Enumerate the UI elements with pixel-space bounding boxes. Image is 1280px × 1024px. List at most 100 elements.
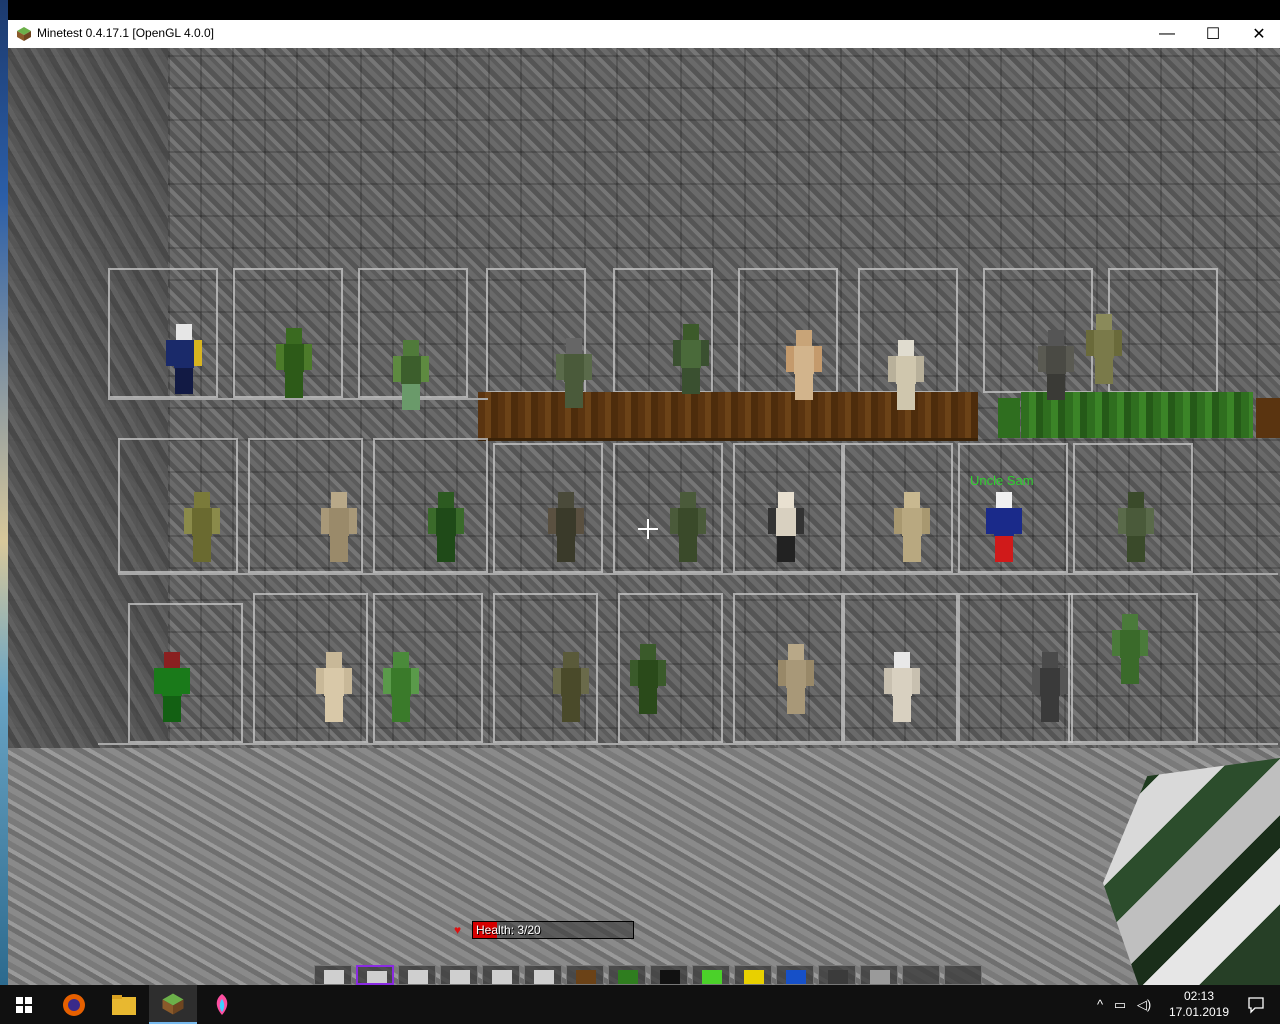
hotbar-slot[interactable] (776, 965, 814, 985)
close-button[interactable]: ✕ (1236, 20, 1280, 48)
npc-soldier[interactable] (888, 340, 924, 412)
health-label: Health: 3/20 (476, 923, 541, 937)
dirt-block-icon (576, 970, 596, 984)
npc-desert-soldier[interactable] (778, 644, 814, 716)
hotbar-slot[interactable] (608, 965, 646, 985)
clock-date: 17.01.2019 (1168, 1005, 1230, 1019)
green-block-icon (702, 970, 722, 984)
hotbar-slot[interactable] (314, 965, 352, 985)
minetest-app-icon (17, 27, 31, 41)
npc-soldier[interactable] (1032, 652, 1068, 724)
skin-item-icon (408, 970, 428, 984)
skin-item-icon (534, 970, 554, 984)
tray-expand-icon[interactable]: ^ (1092, 997, 1108, 1012)
skin-item-icon (492, 970, 512, 984)
network-icon[interactable]: ▭ (1108, 997, 1132, 1013)
npc-soldier[interactable] (553, 652, 589, 724)
skin-item-icon (367, 971, 387, 983)
start-button[interactable] (0, 985, 48, 1024)
npc-soldier[interactable] (673, 324, 709, 396)
npc-soldier[interactable] (1118, 492, 1154, 564)
notification-icon (1248, 996, 1264, 1014)
hotbar-slot[interactable] (860, 965, 898, 985)
desktop-wallpaper-edge (0, 0, 8, 985)
npc-soldier[interactable] (1112, 614, 1148, 686)
hotbar-slot[interactable] (902, 965, 940, 985)
notification-button[interactable] (1232, 985, 1280, 1024)
game-viewport[interactable]: Uncle Sam ♥ Health: 3/20 (8, 48, 1280, 985)
npc-soldier[interactable] (393, 340, 429, 412)
npc-navy-officer[interactable] (166, 324, 202, 396)
taskbar-paint[interactable] (198, 985, 246, 1024)
npc-soldier[interactable] (548, 492, 584, 564)
crosshair-icon (647, 519, 649, 539)
hotbar-slot[interactable] (524, 965, 562, 985)
minimize-button[interactable]: — (1144, 20, 1190, 48)
maximize-button[interactable]: ☐ (1190, 20, 1236, 48)
health-bar: ♥ Health: 3/20 (454, 921, 634, 939)
npc-soldier[interactable] (670, 492, 706, 564)
npc-green-uniform[interactable] (154, 652, 190, 724)
clock[interactable]: 02:13 17.01.2019 (1164, 988, 1234, 1020)
npc-soldier[interactable] (184, 492, 220, 564)
cobblestone-floor (8, 748, 1280, 985)
title-bar[interactable]: Minetest 0.4.17.1 [OpenGL 4.0.0] — ☐ ✕ (8, 20, 1280, 49)
npc-soldier[interactable] (383, 652, 419, 724)
heart-icon: ♥ (454, 923, 462, 937)
hotbar-slot[interactable] (944, 965, 982, 985)
hotbar (314, 965, 986, 985)
close-icon: ✕ (1252, 26, 1266, 43)
npc-desert-soldier[interactable] (316, 652, 352, 724)
desktop-background (0, 0, 1280, 20)
npc-armored-soldier[interactable] (1038, 330, 1074, 402)
windows-start-icon (16, 996, 32, 1013)
glass-block-icon (870, 970, 890, 984)
clock-time: 02:13 (1183, 989, 1215, 1003)
maximize-icon: ☐ (1205, 26, 1221, 43)
hotbar-slot[interactable] (734, 965, 772, 985)
npc-soldier[interactable] (630, 644, 666, 716)
npc-soldier[interactable] (884, 652, 920, 724)
npc-soldier[interactable] (1086, 314, 1122, 386)
npc-soldier[interactable] (321, 492, 357, 564)
npc-desert-soldier[interactable] (786, 330, 822, 402)
hotbar-slot[interactable] (482, 965, 520, 985)
volume-icon[interactable]: ◁) (1132, 997, 1156, 1013)
black-item-icon (660, 970, 680, 984)
npc-soldier[interactable] (556, 338, 592, 410)
glass-cage (118, 438, 238, 573)
npc-soldier[interactable] (428, 492, 464, 564)
glass-cage (1108, 268, 1218, 393)
taskbar-file-explorer[interactable] (100, 985, 148, 1024)
sapling-item-icon (828, 970, 848, 984)
health-bar-track: Health: 3/20 (472, 921, 634, 939)
grass-block (998, 398, 1020, 438)
window-title: Minetest 0.4.17.1 [OpenGL 4.0.0] (37, 26, 214, 40)
taskbar-minetest[interactable] (149, 985, 197, 1024)
npc-soldier[interactable] (768, 492, 804, 564)
glass-cage (613, 443, 723, 573)
minetest-window: Minetest 0.4.17.1 [OpenGL 4.0.0] — ☐ ✕ U… (8, 20, 1280, 985)
hotbar-slot[interactable] (650, 965, 688, 985)
npc-desert-soldier[interactable] (894, 492, 930, 564)
npc-uncle-sam[interactable] (986, 492, 1022, 564)
hotbar-slot[interactable] (356, 965, 394, 985)
skin-item-icon (324, 970, 344, 984)
system-tray: ^ ▭ ◁) (1092, 985, 1156, 1024)
shelf-line (118, 573, 1278, 575)
hotbar-slot[interactable] (818, 965, 856, 985)
hotbar-slot[interactable] (692, 965, 730, 985)
hotbar-slot[interactable] (440, 965, 478, 985)
shelf-line (98, 743, 1278, 745)
hotbar-slot[interactable] (566, 965, 604, 985)
folder-icon (112, 994, 136, 1015)
firefox-icon (63, 993, 85, 1016)
yellow-block-icon (744, 970, 764, 984)
npc-nametag: Uncle Sam (970, 473, 1034, 488)
hotbar-slot[interactable] (398, 965, 436, 985)
minetest-icon (162, 993, 184, 1014)
dirt-block (1256, 398, 1280, 438)
taskbar-firefox[interactable] (50, 985, 98, 1024)
blue-block-icon (786, 970, 806, 984)
npc-soldier[interactable] (276, 328, 312, 400)
